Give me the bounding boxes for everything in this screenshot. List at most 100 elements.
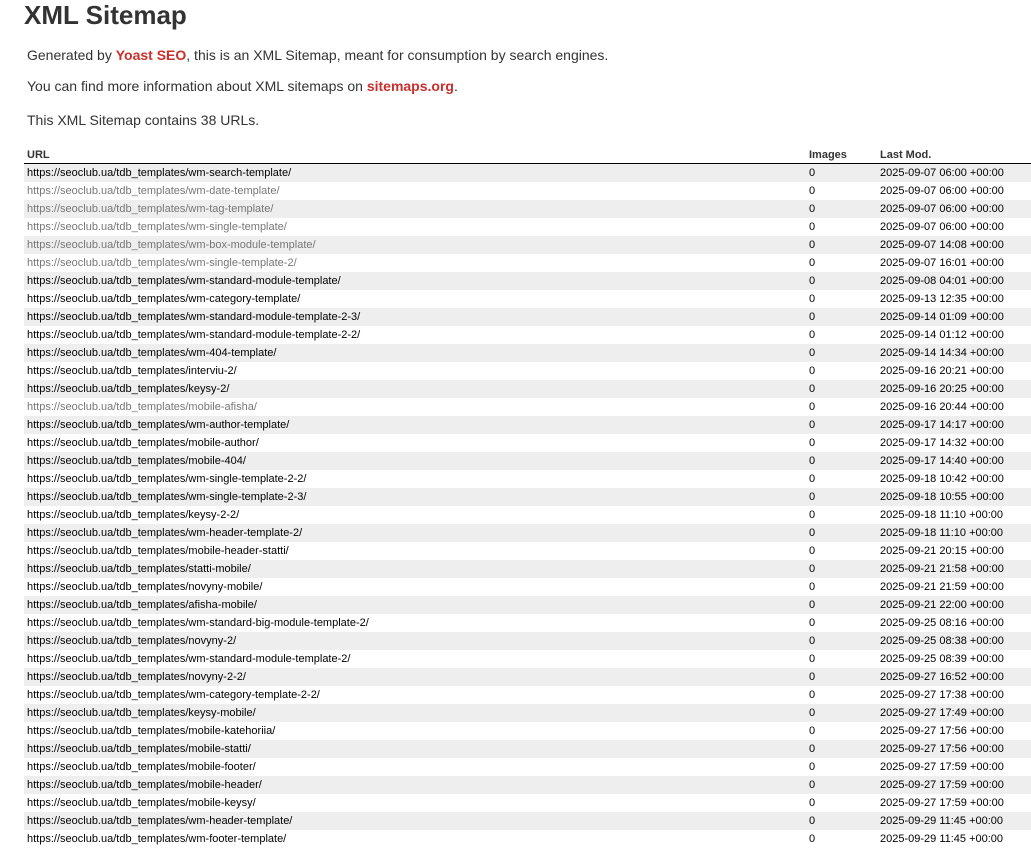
sitemap-url-link[interactable]: https://seoclub.ua/tdb_templates/mobile-… <box>27 437 259 449</box>
table-row: https://seoclub.ua/tdb_templates/mobile-… <box>24 776 1031 794</box>
sitemap-url-link[interactable]: https://seoclub.ua/tdb_templates/wm-foot… <box>27 833 286 845</box>
images-count-cell: 0 <box>809 221 816 233</box>
images-count-cell: 0 <box>809 761 816 773</box>
sitemap-url-link[interactable]: https://seoclub.ua/tdb_templates/statti-… <box>27 563 251 575</box>
last-mod-cell: 2025-09-27 17:59 +00:00 <box>877 776 1031 794</box>
last-mod-cell: 2025-09-07 14:08 +00:00 <box>877 236 1031 254</box>
table-row: https://seoclub.ua/tdb_templates/mobile-… <box>24 740 1031 758</box>
images-count-cell: 0 <box>809 293 816 305</box>
table-row: https://seoclub.ua/tdb_templates/wm-sing… <box>24 488 1031 506</box>
last-mod-cell: 2025-09-18 10:55 +00:00 <box>877 488 1031 506</box>
images-count-cell: 0 <box>806 812 877 830</box>
sitemap-url-link[interactable]: https://seoclub.ua/tdb_templates/mobile-… <box>27 725 275 737</box>
table-row: https://seoclub.ua/tdb_templates/wm-stan… <box>24 272 1031 290</box>
sitemap-url-link[interactable]: https://seoclub.ua/tdb_templates/wm-date… <box>27 185 280 197</box>
intro-more-info: You can find more information about XML … <box>27 77 458 95</box>
images-count-cell: 0 <box>806 163 877 182</box>
sitemap-url-link[interactable]: https://seoclub.ua/tdb_templates/mobile-… <box>27 761 256 773</box>
images-count-cell: 0 <box>806 236 877 254</box>
sitemap-url-link[interactable]: https://seoclub.ua/tdb_templates/mobile-… <box>27 743 251 755</box>
sitemap-url-link[interactable]: https://seoclub.ua/tdb_templates/wm-stan… <box>27 617 369 629</box>
table-row: https://seoclub.ua/tdb_templates/keysy-m… <box>24 704 1031 722</box>
table-row: https://seoclub.ua/tdb_templates/afisha-… <box>24 596 1031 614</box>
last-mod-cell: 2025-09-17 14:32 +00:00 <box>880 437 1004 449</box>
images-count-cell: 0 <box>806 380 877 398</box>
sitemaps-org-link[interactable]: sitemaps.org <box>367 78 454 94</box>
sitemap-url-link[interactable]: https://seoclub.ua/tdb_templates/mobile-… <box>27 779 262 791</box>
images-count-cell: 0 <box>809 473 816 485</box>
last-mod-cell: 2025-09-21 21:58 +00:00 <box>877 560 1031 578</box>
sitemap-url-link[interactable]: https://seoclub.ua/tdb_templates/wm-sear… <box>27 167 291 179</box>
last-mod-cell: 2025-09-14 01:12 +00:00 <box>880 329 1004 341</box>
sitemap-url-link[interactable]: https://seoclub.ua/tdb_templates/keysy-2… <box>27 509 239 521</box>
sitemap-url-link[interactable]: https://seoclub.ua/tdb_templates/novyny-… <box>27 581 262 593</box>
sitemap-table: URL Images Last Mod. https://seoclub.ua/… <box>24 146 1031 848</box>
sitemap-url-link[interactable]: https://seoclub.ua/tdb_templates/wm-sing… <box>27 221 287 233</box>
url-cell: https://seoclub.ua/tdb_templates/wm-auth… <box>24 416 806 434</box>
column-header-images: Images <box>806 146 877 164</box>
column-header-last-mod: Last Mod. <box>877 146 1031 164</box>
table-row: https://seoclub.ua/tdb_templates/wm-stan… <box>24 614 1031 632</box>
images-count-cell: 0 <box>809 797 816 809</box>
table-row: https://seoclub.ua/tdb_templates/wm-head… <box>24 524 1031 542</box>
url-cell: https://seoclub.ua/tdb_templates/mobile-… <box>24 434 806 452</box>
url-cell: https://seoclub.ua/tdb_templates/mobile-… <box>24 794 806 812</box>
sitemap-url-link[interactable]: https://seoclub.ua/tdb_templates/novyny-… <box>27 671 246 683</box>
yoast-seo-link[interactable]: Yoast SEO <box>116 47 187 63</box>
sitemap-url-link[interactable]: https://seoclub.ua/tdb_templates/mobile-… <box>27 455 246 467</box>
last-mod-cell: 2025-09-27 16:52 +00:00 <box>877 668 1031 686</box>
sitemap-url-link[interactable]: https://seoclub.ua/tdb_templates/wm-stan… <box>27 653 350 665</box>
url-cell: https://seoclub.ua/tdb_templates/mobile-… <box>24 740 806 758</box>
sitemap-url-link[interactable]: https://seoclub.ua/tdb_templates/keysy-2… <box>27 383 229 395</box>
url-cell: https://seoclub.ua/tdb_templates/wm-404-… <box>24 344 806 362</box>
table-row: https://seoclub.ua/tdb_templates/mobile-… <box>24 452 1031 470</box>
table-row: https://seoclub.ua/tdb_templates/mobile-… <box>24 542 1031 560</box>
sitemap-url-link[interactable]: https://seoclub.ua/tdb_templates/wm-sing… <box>27 473 306 485</box>
url-cell: https://seoclub.ua/tdb_templates/wm-tag-… <box>24 200 806 218</box>
sitemap-url-link[interactable]: https://seoclub.ua/tdb_templates/wm-auth… <box>27 419 289 431</box>
sitemap-url-link[interactable]: https://seoclub.ua/tdb_templates/wm-cate… <box>27 293 300 305</box>
url-cell: https://seoclub.ua/tdb_templates/keysy-2… <box>24 506 806 524</box>
images-count-cell: 0 <box>809 653 816 665</box>
sitemap-url-link[interactable]: https://seoclub.ua/tdb_templates/mobile-… <box>27 797 256 809</box>
url-cell: https://seoclub.ua/tdb_templates/wm-sing… <box>24 488 806 506</box>
url-cell: https://seoclub.ua/tdb_templates/afisha-… <box>24 596 806 614</box>
sitemap-url-link[interactable]: https://seoclub.ua/tdb_templates/wm-cate… <box>27 689 320 701</box>
url-cell: https://seoclub.ua/tdb_templates/wm-foot… <box>24 830 806 848</box>
sitemap-url-link[interactable]: https://seoclub.ua/tdb_templates/novyny-… <box>27 635 236 647</box>
sitemap-url-link[interactable]: https://seoclub.ua/tdb_templates/wm-box-… <box>27 239 316 251</box>
sitemap-url-link[interactable]: https://seoclub.ua/tdb_templates/wm-head… <box>27 815 292 827</box>
intro-more-info-suffix: . <box>453 78 458 94</box>
last-mod-cell: 2025-09-27 17:59 +00:00 <box>880 797 1004 809</box>
sitemap-url-link[interactable]: https://seoclub.ua/tdb_templates/wm-sing… <box>27 257 297 269</box>
url-cell: https://seoclub.ua/tdb_templates/wm-sing… <box>24 254 806 272</box>
sitemap-url-link[interactable]: https://seoclub.ua/tdb_templates/intervi… <box>27 365 237 377</box>
last-mod-cell: 2025-09-16 20:25 +00:00 <box>877 380 1031 398</box>
intro-generated-by: Generated by Yoast SEO, this is an XML S… <box>27 46 608 64</box>
last-mod-cell: 2025-09-07 06:00 +00:00 <box>880 221 1004 233</box>
sitemap-url-link[interactable]: https://seoclub.ua/tdb_templates/wm-head… <box>27 527 302 539</box>
url-cell: https://seoclub.ua/tdb_templates/wm-stan… <box>24 272 806 290</box>
url-cell: https://seoclub.ua/tdb_templates/wm-stan… <box>24 614 806 632</box>
table-row: https://seoclub.ua/tdb_templates/wm-stan… <box>24 308 1031 326</box>
sitemap-url-link[interactable]: https://seoclub.ua/tdb_templates/afisha-… <box>27 599 257 611</box>
sitemap-url-link[interactable]: https://seoclub.ua/tdb_templates/wm-stan… <box>27 275 341 287</box>
table-row: https://seoclub.ua/tdb_templates/wm-head… <box>24 812 1031 830</box>
table-row: https://seoclub.ua/tdb_templates/statti-… <box>24 560 1031 578</box>
url-cell: https://seoclub.ua/tdb_templates/mobile-… <box>24 758 806 776</box>
table-row: https://seoclub.ua/tdb_templates/wm-tag-… <box>24 200 1031 218</box>
last-mod-cell: 2025-09-14 01:09 +00:00 <box>877 308 1031 326</box>
sitemap-url-link[interactable]: https://seoclub.ua/tdb_templates/wm-tag-… <box>27 203 273 215</box>
images-count-cell: 0 <box>806 776 877 794</box>
table-row: https://seoclub.ua/tdb_templates/intervi… <box>24 362 1031 380</box>
url-cell: https://seoclub.ua/tdb_templates/wm-sear… <box>24 163 806 182</box>
sitemap-url-link[interactable]: https://seoclub.ua/tdb_templates/wm-stan… <box>27 329 360 341</box>
sitemap-url-link[interactable]: https://seoclub.ua/tdb_templates/keysy-m… <box>27 707 256 719</box>
sitemap-url-link[interactable]: https://seoclub.ua/tdb_templates/wm-404-… <box>27 347 276 359</box>
images-count-cell: 0 <box>809 617 816 629</box>
sitemap-url-link[interactable]: https://seoclub.ua/tdb_templates/mobile-… <box>27 545 289 557</box>
sitemap-url-link[interactable]: https://seoclub.ua/tdb_templates/wm-sing… <box>27 491 306 503</box>
sitemap-url-link[interactable]: https://seoclub.ua/tdb_templates/mobile-… <box>27 401 257 413</box>
table-row: https://seoclub.ua/tdb_templates/mobile-… <box>24 794 1031 812</box>
sitemap-url-link[interactable]: https://seoclub.ua/tdb_templates/wm-stan… <box>27 311 360 323</box>
